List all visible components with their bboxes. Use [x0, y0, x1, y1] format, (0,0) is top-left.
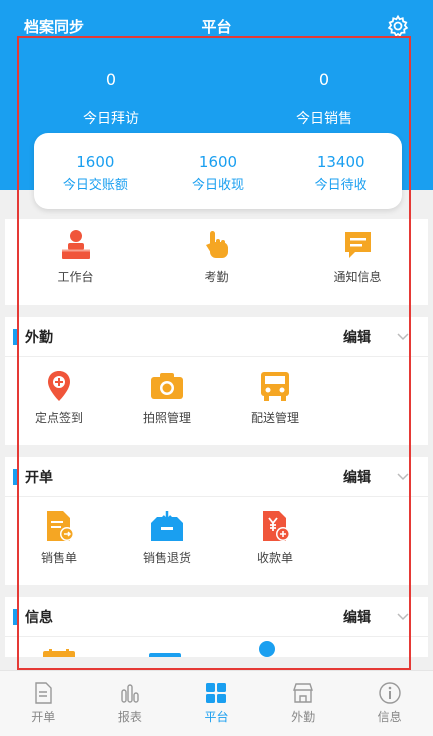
edit-button[interactable]: 编辑	[343, 607, 371, 627]
tab-reports[interactable]: 报表	[87, 671, 174, 736]
document-icon	[35, 682, 52, 704]
section-orders: 开单 编辑 销售单 销售退货 收款单	[5, 457, 428, 585]
chevron-down-icon[interactable]	[395, 609, 411, 625]
contact-card-icon[interactable]	[147, 651, 183, 657]
grid-item-checkin[interactable]: 定点签到	[5, 369, 113, 445]
section-marker	[13, 328, 17, 345]
tab-label: 报表	[117, 710, 142, 724]
summary-value: 1600	[76, 153, 115, 171]
quick-item-label: 考勤	[204, 270, 229, 284]
return-box-icon	[151, 511, 183, 541]
grid-item-photo[interactable]: 拍照管理	[113, 369, 221, 445]
grid-item-label: 销售退货	[142, 551, 191, 565]
summary-label: 今日交账额	[62, 178, 128, 193]
grid-item-sales-return[interactable]: 销售退货	[113, 509, 221, 585]
section-gap	[5, 585, 428, 597]
location-pin-icon	[48, 371, 70, 401]
section-info: 信息 编辑	[5, 597, 428, 657]
summary-card: 1600 今日交账额 1600 今日收现 13400 今日待收	[34, 133, 402, 209]
message-icon	[344, 232, 371, 258]
receipt-yuan-icon	[263, 511, 290, 541]
camera-icon	[151, 373, 183, 399]
main-content: 工作台 考勤 通知信息 外勤 编辑 定点签到 拍照管理 配送管理 开单 编辑 销…	[5, 219, 428, 657]
info-icon	[378, 682, 401, 704]
section-grid: 定点签到 拍照管理 配送管理	[5, 357, 428, 445]
today-visits-label: 今日拜访	[83, 111, 139, 127]
tab-label: 信息	[377, 710, 402, 724]
today-visits-value: 0	[105, 70, 117, 89]
section-header: 开单 编辑	[5, 457, 428, 497]
grid-item-label: 拍照管理	[142, 411, 191, 425]
grid-item-label: 配送管理	[250, 411, 299, 425]
quick-item-workbench[interactable]: 工作台	[5, 227, 146, 305]
section-header: 信息 编辑	[5, 597, 428, 637]
section-grid: 销售单 销售退货 收款单	[5, 497, 428, 585]
section-title: 外勤	[25, 329, 53, 346]
tab-label: 平台	[204, 710, 229, 724]
section-gap	[5, 305, 428, 317]
chevron-down-icon[interactable]	[395, 329, 411, 345]
workbench-icon	[61, 230, 90, 259]
quick-item-attendance[interactable]: 考勤	[146, 227, 287, 305]
quick-item-notification[interactable]: 通知信息	[287, 227, 428, 305]
bottom-tab-bar: 开单 报表 平台 外勤 信息	[0, 670, 433, 736]
chevron-down-icon[interactable]	[395, 469, 411, 485]
edit-button[interactable]: 编辑	[343, 467, 371, 487]
summary-value: 1600	[198, 153, 238, 171]
hand-icon	[205, 231, 228, 258]
store-icon	[293, 683, 314, 703]
today-visits-stat[interactable]: 0 今日拜访	[11, 70, 211, 128]
tab-platform[interactable]: 平台	[173, 671, 260, 736]
calendar-icon[interactable]	[41, 649, 77, 657]
grid-icon	[206, 683, 227, 703]
tab-label: 外勤	[291, 710, 316, 724]
truck-icon	[261, 372, 289, 401]
gear-icon[interactable]	[386, 14, 410, 38]
grid-item-label: 定点签到	[34, 411, 83, 425]
grid-item-sales-order[interactable]: 销售单	[5, 509, 113, 585]
today-sales-stat[interactable]: 0 今日销售	[224, 70, 424, 128]
section-field-work: 外勤 编辑 定点签到 拍照管理 配送管理	[5, 317, 428, 445]
today-sales-value: 0	[318, 70, 330, 89]
grid-item-label: 销售单	[40, 551, 77, 565]
archive-sync-button[interactable]: 档案同步	[24, 16, 84, 37]
today-sales-label: 今日销售	[296, 111, 352, 127]
grid-item-delivery[interactable]: 配送管理	[221, 369, 329, 445]
grid-item-receipt[interactable]: 收款单	[221, 509, 329, 585]
summary-account-amount[interactable]: 1600 今日交账额	[34, 133, 157, 209]
bar-chart-icon	[121, 684, 139, 703]
tab-orders[interactable]: 开单	[0, 671, 87, 736]
edit-button[interactable]: 编辑	[343, 327, 371, 347]
summary-cash-received[interactable]: 1600 今日收现	[157, 133, 280, 209]
summary-label: 今日待收	[314, 178, 367, 193]
quick-actions: 工作台 考勤 通知信息	[5, 219, 428, 305]
section-title: 信息	[25, 609, 53, 626]
dot-icon[interactable]	[258, 640, 276, 657]
section-title: 开单	[25, 469, 53, 486]
summary-label: 今日收现	[192, 178, 245, 193]
tab-label: 开单	[31, 710, 56, 724]
tab-field-work[interactable]: 外勤	[260, 671, 347, 736]
quick-item-label: 通知信息	[333, 270, 382, 284]
section-marker	[13, 468, 17, 485]
quick-item-label: 工作台	[57, 270, 94, 284]
sales-document-icon	[47, 511, 74, 541]
tab-info[interactable]: 信息	[346, 671, 433, 736]
summary-pending[interactable]: 13400 今日待收	[279, 133, 402, 209]
grid-item-label: 收款单	[256, 551, 293, 565]
summary-value: 13400	[316, 153, 365, 171]
section-gap	[5, 445, 428, 457]
section-header: 外勤 编辑	[5, 317, 428, 357]
section-marker	[13, 608, 17, 625]
